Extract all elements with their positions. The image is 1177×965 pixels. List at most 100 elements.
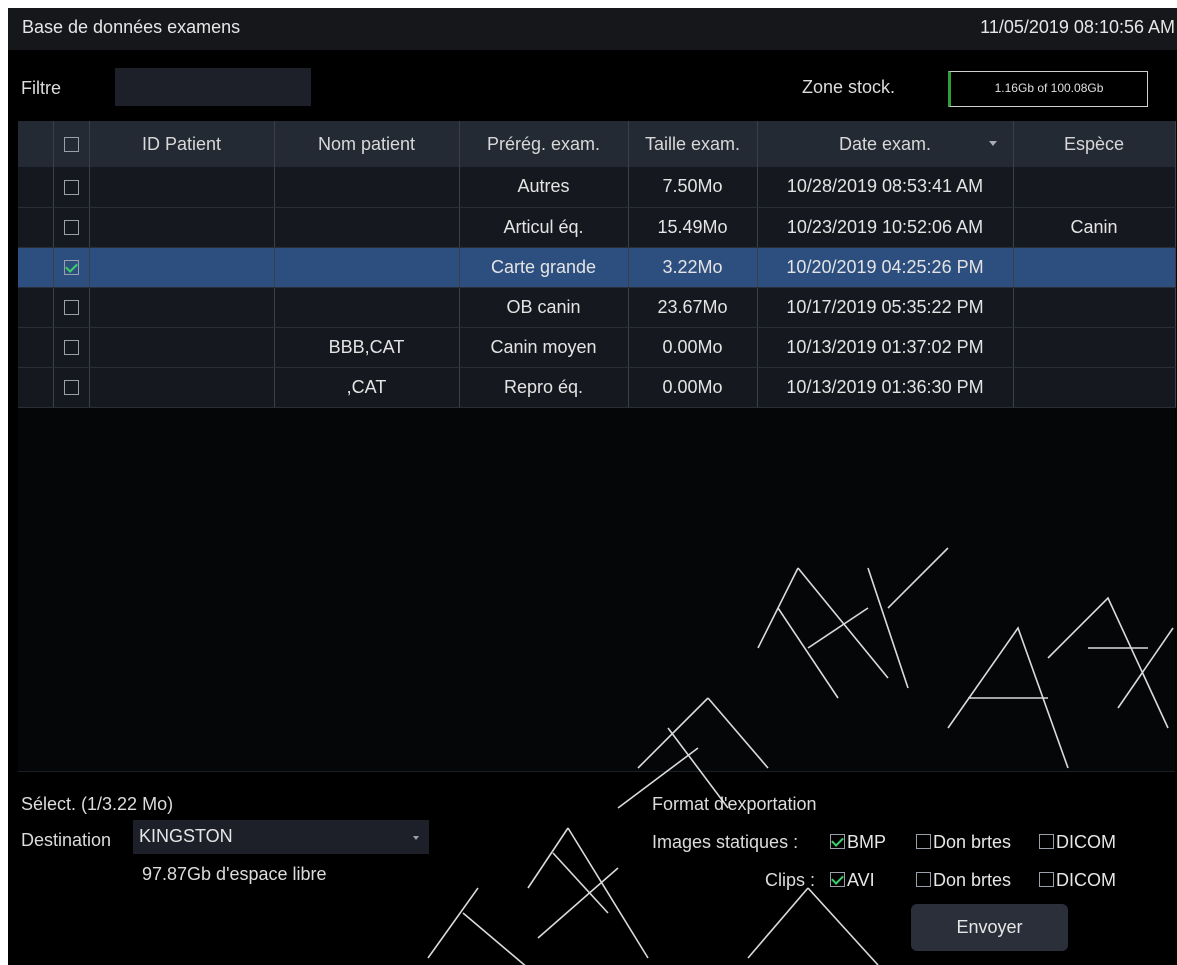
filter-label: Filtre [21,78,61,98]
column-size[interactable]: Taille exam. [628,121,758,167]
cell-species [1013,327,1176,368]
cell-nom-patient [274,167,460,208]
static-dicom-label: DICOM [1056,832,1116,852]
table-header: ID Patient Nom patient Prérég. exam. Tai… [18,121,1176,167]
header-select-all[interactable] [53,121,90,167]
selection-summary: Sélect. (1/3.22 Mo) [21,794,174,814]
row-marker [18,207,54,248]
static-bmp-checkbox[interactable] [830,834,845,850]
cell-size: 7.50Mo [628,167,758,208]
column-preset[interactable]: Prérég. exam. [459,121,629,167]
static-raw-checkbox[interactable] [916,834,931,850]
cell-species [1013,367,1176,408]
cell-id-patient [89,167,275,208]
cell-id-patient [89,287,275,328]
title-bar: Base de données examens 11/05/2019 08:10… [8,8,1177,50]
cell-size: 15.49Mo [628,207,758,248]
static-dicom-option[interactable]: DICOM [1039,832,1116,853]
select-all-checkbox[interactable] [63,137,79,153]
exam-table: ID Patient Nom patient Prérég. exam. Tai… [18,121,1176,408]
clip-dicom-checkbox[interactable] [1039,872,1054,888]
row-marker [18,167,54,208]
row-checkbox[interactable] [63,300,79,316]
table-row[interactable]: Articul éq. 15.49Mo 10/23/2019 10:52:06 AM… [18,207,1176,248]
row-checkbox[interactable] [63,180,79,195]
clip-dicom-label: DICOM [1056,870,1116,890]
clip-dicom-option[interactable]: DICOM [1039,870,1116,891]
cell-id-patient [89,207,275,248]
row-checkbox[interactable] [63,380,79,396]
free-space-text: 97.87Gb d'espace libre [142,864,327,884]
filter-input[interactable] [115,68,311,106]
clip-raw-option[interactable]: Don brtes [916,870,1011,891]
cell-nom-patient [274,247,460,288]
column-date[interactable]: Date exam. [757,121,1014,167]
row-marker [18,327,54,368]
cell-species [1013,247,1176,288]
clip-avi-label: AVI [847,870,875,890]
table-row[interactable]: OB canin 23.67Mo 10/17/2019 05:35:22 PM [18,287,1176,328]
row-checkbox[interactable] [63,220,79,236]
row-marker [18,247,54,288]
row-marker [18,287,54,328]
destination-label: Destination [21,830,112,850]
cell-nom-patient: BBB,CAT [274,327,460,368]
storage-indicator: 1.16Gb of 100.08Gb [948,71,1148,107]
clips-label: Clips : [765,870,816,890]
table-row[interactable]: BBB,CAT Canin moyen 0.00Mo 10/13/2019 01:37… [18,327,1176,368]
cell-date: 10/13/2019 01:36:30 PM [757,367,1014,408]
row-checkbox[interactable] [63,260,79,276]
clip-raw-checkbox[interactable] [916,872,931,888]
column-id-patient[interactable]: ID Patient [89,121,275,167]
exam-table-area: ID Patient Nom patient Prérég. exam. Tai… [18,121,1176,772]
cell-date: 10/28/2019 08:53:41 AM [757,167,1014,208]
storage-label: Zone stock. [802,77,896,97]
static-raw-label: Don brtes [933,832,1012,852]
destination-select[interactable]: KINGSTON [133,820,429,854]
cell-preset: Repro éq. [459,367,629,408]
static-images-label: Images statiques : [652,832,799,852]
row-marker [18,367,54,408]
cell-preset: Carte grande [459,247,629,288]
cell-nom-patient [274,207,460,248]
cell-size: 0.00Mo [628,327,758,368]
column-species[interactable]: Espèce [1013,121,1176,167]
send-button[interactable]: Envoyer [911,904,1068,951]
static-bmp-option[interactable]: BMP [830,832,886,853]
cell-id-patient [89,367,275,408]
static-dicom-checkbox[interactable] [1039,834,1054,850]
row-select-cell[interactable] [53,247,90,288]
cell-preset: OB canin [459,287,629,328]
cell-preset: Autres [459,167,629,208]
cell-size: 0.00Mo [628,367,758,408]
row-checkbox[interactable] [63,340,79,356]
cell-date: 10/13/2019 01:37:02 PM [757,327,1014,368]
table-row[interactable]: Carte grande 3.22Mo 10/20/2019 04:25:26 PM [18,247,1176,288]
column-nom-patient[interactable]: Nom patient [274,121,460,167]
chevron-down-icon [413,836,419,840]
cell-nom-patient [274,287,460,328]
row-select-cell[interactable] [53,287,90,328]
row-select-cell[interactable] [53,207,90,248]
table-row[interactable]: ,CAT Repro éq. 0.00Mo 10/13/2019 01:36:30 P… [18,367,1176,408]
row-select-cell[interactable] [53,327,90,368]
cell-species: Canin [1013,207,1176,248]
row-select-cell[interactable] [53,167,90,208]
date-time: 11/05/2019 08:10:56 AM [980,17,1175,37]
column-date-label: Date exam. [838,133,932,154]
cell-date: 10/20/2019 04:25:26 PM [757,247,1014,288]
cell-id-patient [89,247,275,288]
clip-avi-checkbox[interactable] [830,872,845,888]
static-raw-option[interactable]: Don brtes [916,832,1011,853]
storage-value: 1.16Gb of 100.08Gb [994,81,1104,95]
cell-id-patient [89,327,275,368]
clip-avi-option[interactable]: AVI [830,870,875,891]
cell-species [1013,167,1176,208]
cell-preset: Articul éq. [459,207,629,248]
cell-species [1013,287,1176,328]
clip-raw-label: Don brtes [933,870,1012,890]
table-row[interactable]: Autres 7.50Mo 10/28/2019 08:53:41 AM [18,167,1176,208]
header-row-marker [18,121,54,167]
static-bmp-label: BMP [847,832,887,852]
row-select-cell[interactable] [53,367,90,408]
